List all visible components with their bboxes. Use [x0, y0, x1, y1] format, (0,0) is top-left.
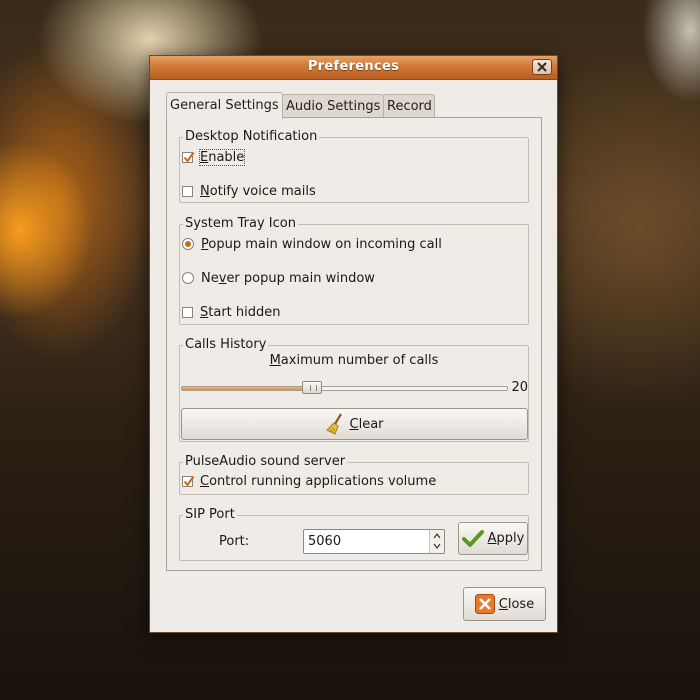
pulseaudio-frame: PulseAudio sound server Control running … [179, 454, 529, 495]
broom-icon [325, 413, 346, 435]
port-label: Port: [219, 534, 250, 549]
checkbox-box[interactable] [182, 475, 195, 487]
frame-label: SIP Port [183, 507, 237, 523]
checkbox-label: Enable [198, 148, 246, 166]
frame-label: Calls History [183, 337, 269, 353]
frame-label: System Tray Icon [183, 216, 298, 232]
tab-record[interactable]: Record [383, 94, 435, 117]
sip-port-frame: SIP Port Port: 5060 Apply [179, 507, 529, 561]
button-label: Apply [487, 531, 525, 546]
checkmark-icon [183, 475, 195, 487]
window-title: Preferences [307, 59, 400, 74]
clear-button[interactable]: Clear [181, 408, 528, 440]
radio-label: Popup main window on incoming call [201, 236, 442, 252]
system-tray-frame: System Tray Icon Popup main window on in… [179, 216, 529, 325]
desktop-notification-frame: Desktop Notification Enable Notify voice… [179, 129, 529, 203]
control-volume-checkbox[interactable]: Control running applications volume [182, 472, 436, 490]
slider-label: Maximum number of calls [269, 353, 439, 368]
checkmark-icon [461, 529, 484, 548]
tab-label: Record [387, 99, 432, 114]
enable-checkbox[interactable]: Enable [182, 148, 246, 166]
popup-main-window-radio[interactable]: Popup main window on incoming call [182, 235, 442, 253]
tab-label: General Settings [170, 98, 279, 113]
port-spinbutton[interactable]: 5060 [303, 529, 445, 554]
checkbox-label: Notify voice mails [200, 183, 316, 199]
slider-value: 20 [511, 380, 528, 395]
checkbox-label: Start hidden [200, 304, 281, 320]
radio-button[interactable] [182, 238, 194, 250]
titlebar-close-button[interactable] [532, 59, 552, 75]
max-calls-slider[interactable] [181, 381, 508, 394]
apply-button[interactable]: Apply [458, 522, 528, 555]
radio-button[interactable] [182, 272, 194, 284]
slider-fill [182, 387, 312, 390]
frame-label: Desktop Notification [183, 129, 320, 145]
radio-label: Never popup main window [201, 270, 375, 286]
chevron-up-icon[interactable] [433, 533, 441, 539]
button-label: Close [498, 596, 535, 612]
notify-voice-mails-checkbox[interactable]: Notify voice mails [182, 182, 316, 200]
grip-icon [310, 385, 317, 391]
checkbox-box[interactable] [182, 151, 195, 163]
general-settings-panel: Desktop Notification Enable Notify voice… [166, 117, 542, 571]
calls-history-frame: Calls History Maximum number of calls 20… [179, 337, 529, 442]
slider-handle[interactable] [302, 381, 322, 394]
tab-audio-settings[interactable]: Audio Settings [282, 94, 384, 117]
close-icon [537, 62, 547, 72]
start-hidden-checkbox[interactable]: Start hidden [182, 303, 281, 321]
button-label: Clear [349, 416, 384, 432]
checkmark-icon [183, 151, 195, 163]
tab-label: Audio Settings [286, 99, 381, 114]
title-bar[interactable]: Preferences [150, 56, 557, 80]
tab-general-settings[interactable]: General Settings [166, 92, 283, 119]
preferences-dialog: Preferences General Settings Audio Setti… [149, 55, 558, 633]
chevron-down-icon[interactable] [433, 543, 441, 549]
spin-arrows[interactable] [429, 530, 444, 553]
port-input[interactable]: 5060 [308, 534, 341, 549]
frame-label: PulseAudio sound server [183, 454, 348, 470]
close-icon [474, 594, 495, 614]
close-button[interactable]: Close [463, 587, 546, 621]
never-popup-radio[interactable]: Never popup main window [182, 269, 375, 287]
checkbox-box[interactable] [182, 185, 193, 197]
checkbox-label: Control running applications volume [200, 473, 437, 489]
checkbox-box[interactable] [182, 306, 193, 318]
